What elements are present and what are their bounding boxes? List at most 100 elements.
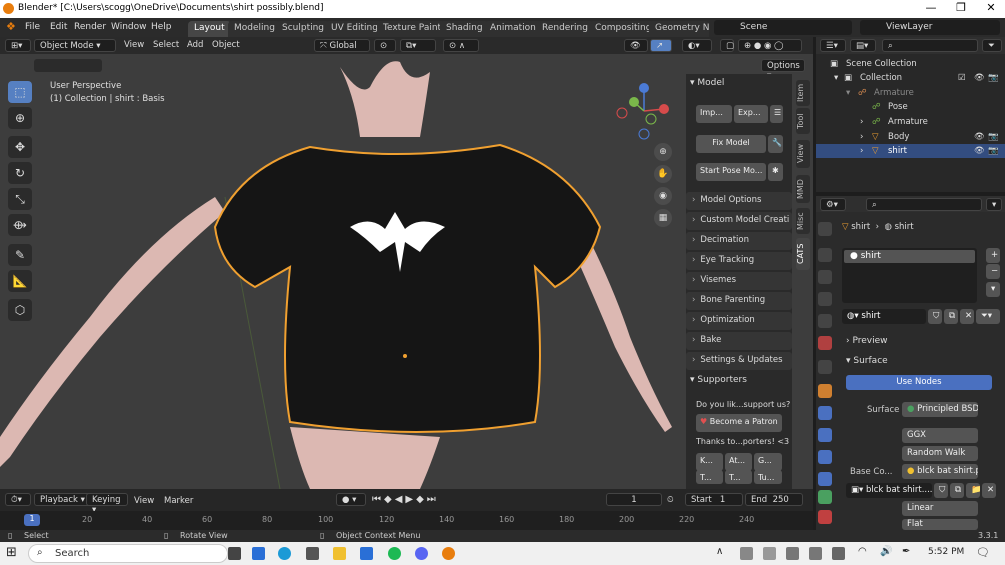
mode-dropdown[interactable]: Object Mode ▾ (34, 39, 116, 52)
tab-uv-editing[interactable]: UV Editing (325, 21, 384, 37)
tray-gpu-icon[interactable] (832, 547, 845, 560)
expand-icon[interactable]: ▾ (834, 73, 838, 83)
widgets-icon[interactable] (252, 547, 265, 560)
expand-icon[interactable]: › (860, 117, 863, 127)
wrench-icon[interactable]: 🔧 (768, 135, 783, 153)
add-slot-button[interactable]: + (986, 248, 1000, 263)
filter-icon[interactable]: ⏷ (982, 39, 1002, 52)
cursor-icon[interactable]: ⊕ (8, 107, 32, 129)
section-eye-tracking[interactable]: Eye Tracking (686, 252, 792, 270)
supporter-1[interactable]: K... (696, 453, 723, 471)
notification-icon[interactable]: 🗨 (976, 546, 990, 559)
properties-editor-icon[interactable]: ⚙▾ (820, 198, 846, 211)
scene-tab-icon[interactable] (818, 314, 832, 328)
tray-cloud-icon[interactable] (763, 547, 776, 560)
options-button[interactable]: Options ▾ (761, 59, 805, 81)
menu-object[interactable]: Object (212, 40, 240, 50)
viewlayer-selector[interactable]: ViewLayer (860, 20, 1000, 35)
tray-app-icon[interactable] (740, 547, 753, 560)
windows-start-icon[interactable]: ⊞ (6, 545, 17, 560)
browse-icon[interactable]: ⏷▾ (976, 309, 1000, 324)
duplicate-icon[interactable]: ⧉ (944, 309, 958, 324)
chat-icon[interactable] (360, 547, 373, 560)
tab-animation[interactable]: Animation (484, 21, 542, 37)
snap-icon[interactable]: ⧉▾ (400, 39, 436, 52)
shader-selector[interactable]: ● Principled BSDF (902, 402, 978, 417)
keying-menu[interactable]: Keying ▾ (86, 493, 128, 515)
section-decimation[interactable]: Decimation (686, 232, 792, 250)
menu-view[interactable]: View (124, 40, 144, 50)
subsurface-method-dropdown[interactable]: Random Walk (902, 446, 978, 461)
section-settings-updates[interactable]: Settings & Updates (686, 352, 792, 370)
tab-mmd[interactable]: MMD (796, 175, 810, 203)
outliner-row-pose[interactable]: ☍ Pose (816, 100, 1005, 114)
display-mode-icon[interactable]: ▤▾ (850, 39, 876, 52)
image-fake-user-icon[interactable]: ⛉ (934, 483, 948, 498)
tab-texture-paint[interactable]: Texture Paint (377, 21, 448, 37)
annotate-icon[interactable]: ✎ (8, 244, 32, 266)
playback-controls[interactable]: ⏮◆◀▶◆⏭ (372, 494, 439, 505)
tab-rendering[interactable]: Rendering (536, 21, 594, 37)
unlink-icon[interactable]: ✕ (960, 309, 974, 324)
outliner-editor-icon[interactable]: ☰▾ (820, 39, 846, 52)
tab-shading[interactable]: Shading (440, 21, 489, 37)
outliner-row-shirt[interactable]: › ▽ shirt 👁 📷 (816, 144, 1005, 158)
end-frame-input[interactable]: End 250 (745, 493, 803, 506)
file-explorer-icon[interactable] (333, 547, 346, 560)
taskbar-clock[interactable]: 5:52 PM (928, 547, 964, 557)
surface-panel-header[interactable]: ▾ Surface (846, 356, 888, 366)
material-datablock[interactable]: ◍▾ shirt (842, 309, 926, 324)
camera-icon[interactable]: 📷 (988, 132, 999, 142)
export-button[interactable]: Exp... (734, 105, 768, 123)
material-slot-list[interactable]: ● shirt (842, 248, 977, 303)
menu-file[interactable]: File (25, 22, 40, 32)
tray-chevron-icon[interactable]: ∧ (716, 546, 723, 557)
outliner-row-collection[interactable]: ▾ ▣ Collection ☑ 👁 📷 (816, 71, 1005, 85)
start-pose-button[interactable]: Start Pose Mo... (696, 163, 766, 181)
expand-icon[interactable]: › (860, 132, 863, 142)
tab-cats[interactable]: CATS (796, 238, 810, 270)
image-datablock[interactable]: ▣▾ blck bat shirt.... (846, 483, 932, 498)
base-color-input[interactable]: ● blck bat shirt.p... (902, 464, 978, 479)
outliner-row-body[interactable]: › ▽ Body 👁 📷 (816, 130, 1005, 144)
outliner-row-scene-collection[interactable]: ▣ Scene Collection (816, 57, 1005, 71)
supporter-6[interactable]: Tu... (754, 470, 782, 484)
start-frame-input[interactable]: Start 1 (685, 493, 743, 506)
menu-window[interactable]: Window (111, 22, 147, 32)
move-icon[interactable]: ✥ (8, 136, 32, 158)
camera-view-icon[interactable]: ◉ (654, 187, 672, 205)
properties-options-icon[interactable]: ▾ (986, 198, 1002, 211)
current-frame-input[interactable]: 1 (606, 493, 662, 506)
use-nodes-button[interactable]: Use Nodes (846, 375, 992, 390)
interpolation-dropdown[interactable]: Linear (902, 501, 978, 516)
tab-modeling[interactable]: Modeling (228, 21, 281, 37)
proportional-edit-icon[interactable]: ⊙ ∧ (443, 39, 479, 52)
supporter-4[interactable]: T... (696, 470, 723, 484)
editor-type-icon[interactable]: ⊞▾ (5, 39, 31, 52)
navigation-gizmo[interactable] (614, 81, 674, 141)
rotate-icon[interactable]: ↻ (8, 162, 32, 184)
shading-mode-icons[interactable]: ⊕ ● ◉ ◯ (738, 39, 802, 52)
supporters-header[interactable]: ▾ Supporters (690, 375, 747, 385)
select-box-icon[interactable]: ⬚ (8, 81, 32, 103)
section-custom-model[interactable]: Custom Model Creati (686, 212, 792, 230)
pose-icon[interactable]: ✱ (768, 163, 783, 181)
section-optimization[interactable]: Optimization (686, 312, 792, 330)
blender-taskbar-icon[interactable] (442, 547, 455, 560)
eye-icon[interactable]: 👁 (974, 132, 985, 142)
measure-icon[interactable]: 📐 (8, 270, 32, 292)
modifier-tab-icon[interactable] (818, 406, 832, 420)
supporter-3[interactable]: G... (754, 453, 782, 471)
section-bone-parenting[interactable]: Bone Parenting (686, 292, 792, 310)
section-model-options[interactable]: Model Options (686, 192, 792, 210)
tab-layout[interactable]: Layout (188, 21, 231, 37)
fake-user-icon[interactable]: ⛉ (928, 309, 942, 324)
preview-panel-header[interactable]: › Preview (846, 336, 888, 346)
spotify-icon[interactable] (388, 547, 401, 560)
playhead[interactable]: 1 (24, 514, 40, 526)
add-cube-icon[interactable]: ⬡ (8, 299, 32, 321)
outliner-row-armature[interactable]: › ☍ Armature (816, 115, 1005, 129)
material-tab-icon[interactable] (818, 510, 832, 524)
tab-misc[interactable]: Misc (796, 208, 810, 234)
task-view-icon[interactable] (228, 547, 241, 560)
